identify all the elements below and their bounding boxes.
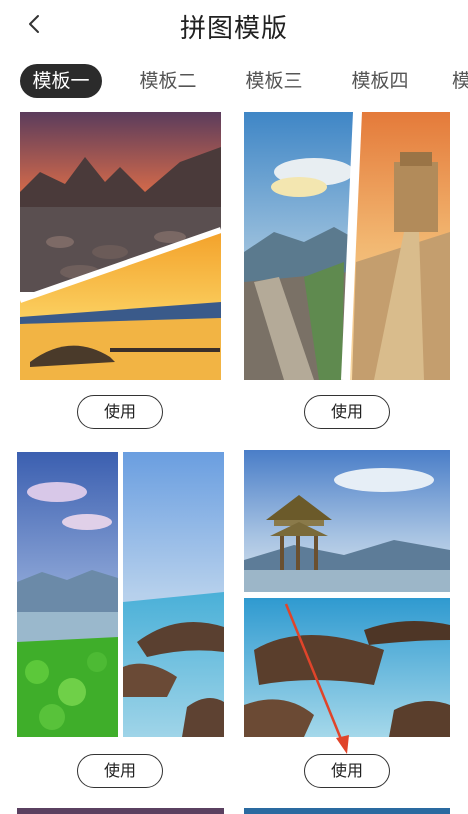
- page-title: 拼图模版: [179, 14, 288, 44]
- tab-template-5[interactable]: 模: [452, 64, 468, 98]
- tab-template-2[interactable]: 模板二: [132, 64, 204, 98]
- template-card-1[interactable]: [20, 112, 221, 380]
- collage-preview-image: [244, 450, 450, 737]
- collage-preview-image: [244, 112, 450, 380]
- use-button[interactable]: 使用: [304, 754, 390, 788]
- template-card-3[interactable]: [17, 452, 224, 737]
- template-card-6[interactable]: [244, 808, 450, 814]
- template-card-5[interactable]: [17, 808, 224, 814]
- use-button[interactable]: 使用: [77, 395, 163, 429]
- tab-template-4[interactable]: 模板四: [344, 64, 416, 98]
- tab-template-3[interactable]: 模板三: [238, 64, 310, 98]
- template-card-4[interactable]: [244, 450, 450, 737]
- collage-preview-image: [20, 112, 221, 380]
- use-button[interactable]: 使用: [77, 754, 163, 788]
- template-tabs: 模板一 模板二 模板三 模板四 模: [0, 64, 468, 100]
- tab-template-1[interactable]: 模板一: [20, 64, 102, 98]
- header: 拼图模版: [0, 0, 468, 52]
- template-card-2[interactable]: [244, 112, 450, 380]
- use-button[interactable]: 使用: [304, 395, 390, 429]
- collage-preview-image: [17, 452, 224, 737]
